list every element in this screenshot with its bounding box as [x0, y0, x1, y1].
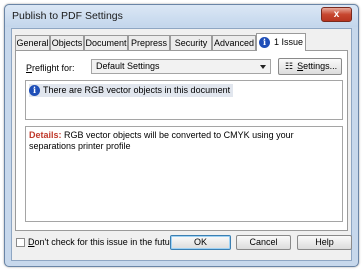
chevron-down-icon — [260, 65, 266, 69]
issues-panel: Preflight for: Default Settings ☷ Setting… — [15, 50, 348, 231]
issues-list[interactable]: i There are RGB vector objects in this do… — [25, 80, 343, 120]
preflight-select-value: Default Settings — [96, 61, 160, 71]
issue-text: There are RGB vector objects in this doc… — [43, 85, 231, 95]
tab-issues[interactable]: i1 Issue — [256, 33, 306, 51]
close-icon: x — [333, 9, 340, 20]
info-icon: i — [258, 37, 270, 49]
preflight-label: Preflight for: — [26, 63, 75, 73]
cancel-button[interactable]: Cancel — [236, 235, 291, 250]
window-title: Publish to PDF Settings — [12, 10, 123, 22]
tab-label: Objects — [51, 38, 83, 48]
dont-check-checkbox[interactable] — [16, 238, 25, 248]
tab-label: Advanced — [213, 38, 255, 48]
details-heading: Details: — [29, 130, 62, 140]
settings-list-icon: ☷ — [285, 61, 294, 71]
details-box: Details: RGB vector objects will be conv… — [25, 126, 343, 222]
ok-button[interactable]: OK — [170, 235, 231, 250]
tab-security[interactable]: Security — [170, 35, 212, 50]
tab-document[interactable]: Document — [84, 35, 128, 50]
title-bar[interactable]: Publish to PDF Settings x — [5, 5, 358, 27]
tab-advanced[interactable]: Advanced — [212, 35, 256, 50]
list-item[interactable]: i There are RGB vector objects in this do… — [29, 84, 234, 97]
dont-check-label: on't check for this issue in the future — [34, 237, 178, 247]
dialog-body: General Objects Document Prepress Securi… — [11, 28, 352, 261]
tab-label: General — [16, 38, 49, 48]
tab-prepress[interactable]: Prepress — [128, 35, 170, 50]
help-button[interactable]: Help — [297, 235, 352, 250]
tab-label: Document — [85, 38, 127, 48]
close-button[interactable]: x — [321, 7, 352, 22]
preflight-select[interactable]: Default Settings — [91, 59, 271, 74]
tab-general[interactable]: General — [15, 35, 50, 50]
settings-button[interactable]: ☷ Settings... — [278, 58, 342, 75]
details-text: RGB vector objects will be converted to … — [29, 130, 294, 151]
tab-objects[interactable]: Objects — [50, 35, 84, 50]
dialog-window: Publish to PDF Settings x General Object… — [4, 4, 359, 267]
info-icon: i — [29, 85, 40, 97]
dont-check-option[interactable]: Don't check for this issue in the future — [16, 237, 178, 248]
tab-label: Prepress — [130, 38, 167, 48]
tab-label: 1 Issue — [273, 37, 304, 47]
tab-label: Security — [174, 38, 208, 48]
